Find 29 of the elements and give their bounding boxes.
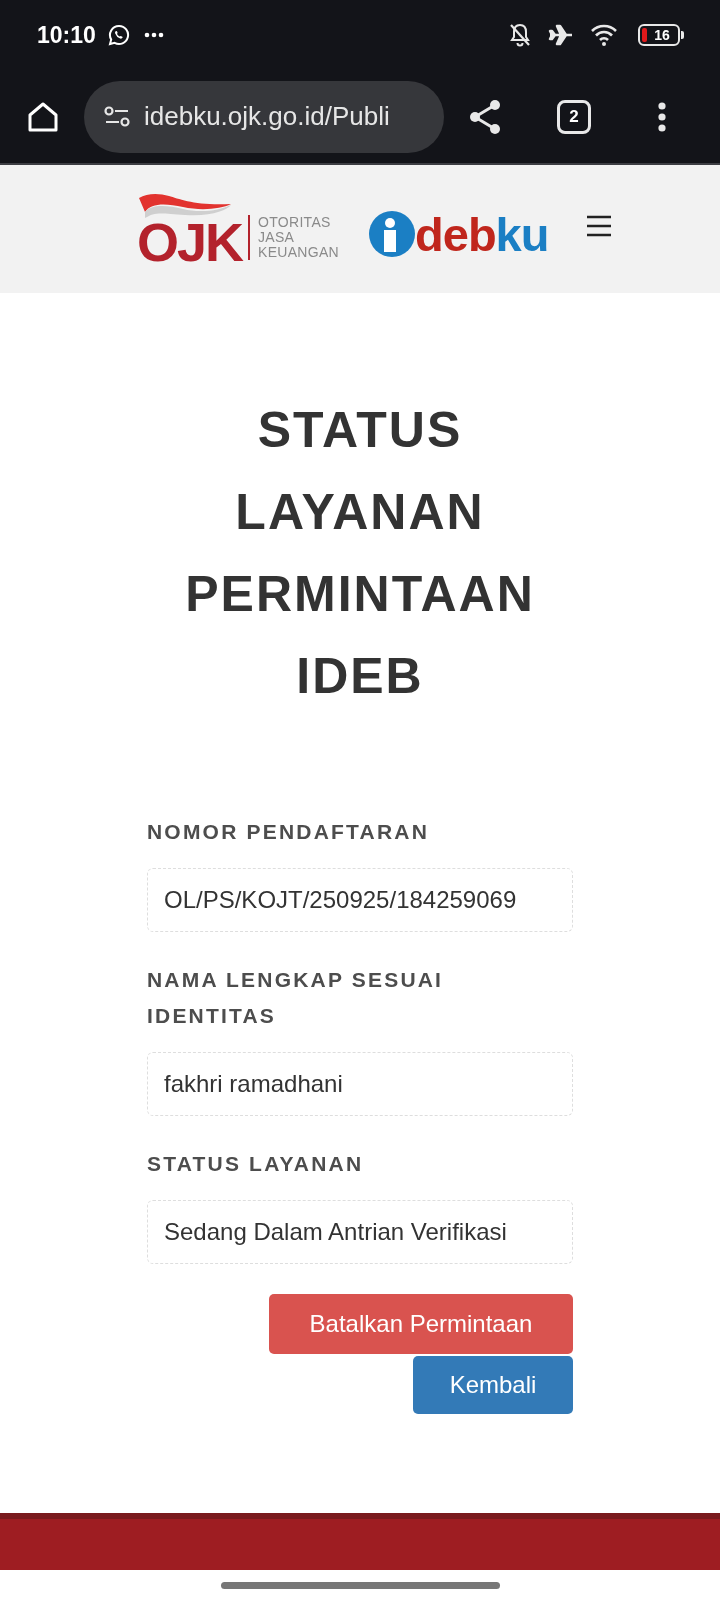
text-field[interactable]: Sedang Dalam Antrian Verifikasi bbox=[147, 1200, 573, 1264]
text-field[interactable]: OL/PS/KOJT/250925/184259069 bbox=[147, 868, 573, 932]
menu-icon[interactable] bbox=[586, 215, 613, 237]
field-label: NAMA LENGKAP SESUAI IDENTITAS bbox=[147, 967, 445, 1029]
logo-letters: OJK bbox=[137, 219, 243, 265]
cancel-request-button[interactable]: Batalkan Permintaan bbox=[269, 1294, 573, 1354]
chat-bubble-icon bbox=[107, 24, 130, 46]
field-label: STATUS LAYANAN bbox=[147, 1151, 365, 1177]
address-bar[interactable]: idebku.ojk.go.id/Publi bbox=[84, 80, 444, 153]
wifi-icon bbox=[590, 23, 618, 47]
logo-tagline: JASA bbox=[258, 230, 296, 245]
bell-off-icon bbox=[508, 22, 532, 48]
logo-wordmark: debku bbox=[415, 210, 549, 258]
site-settings-icon[interactable] bbox=[104, 105, 130, 128]
share-icon[interactable] bbox=[468, 98, 502, 135]
logo-tagline: OTORITAS bbox=[258, 215, 332, 230]
logo-tagline: KEUANGAN bbox=[258, 245, 340, 260]
more-dots-icon bbox=[143, 32, 164, 38]
field-label: NOMOR PENDAFTARAN bbox=[147, 819, 430, 845]
tab-switcher-button[interactable]: 2 bbox=[557, 99, 591, 134]
info-person-icon bbox=[369, 211, 416, 257]
status-time: 10:10 bbox=[37, 20, 96, 50]
back-button[interactable]: Kembali bbox=[413, 1356, 573, 1414]
more-menu-icon[interactable] bbox=[658, 101, 666, 132]
page-title: STATUS LAYANAN PERMINTAAN IDEB bbox=[184, 401, 536, 706]
text-field[interactable]: fakhri ramadhani bbox=[147, 1052, 573, 1116]
flag-ribbon-icon bbox=[137, 193, 233, 219]
airplane-icon bbox=[548, 23, 574, 47]
gesture-bar[interactable] bbox=[220, 1581, 500, 1589]
